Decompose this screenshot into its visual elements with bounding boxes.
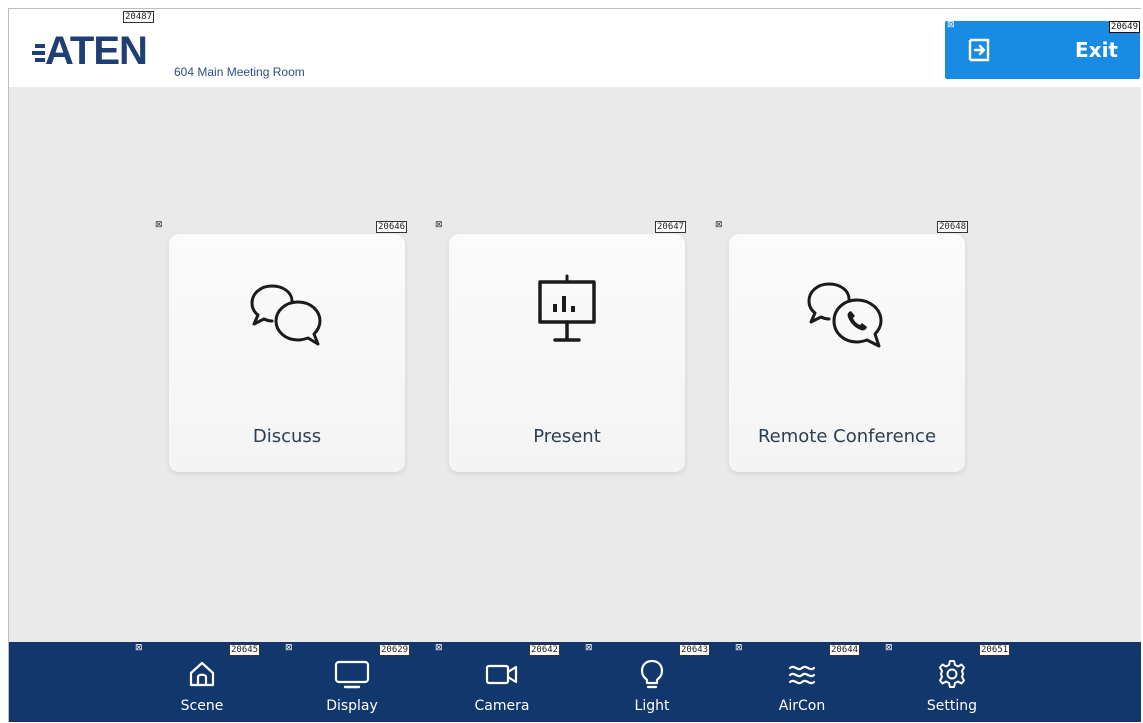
nav-label: Setting [926, 698, 978, 714]
card-marker: ⊠ [715, 220, 723, 230]
scene-card-discuss[interactable]: Discuss [169, 234, 405, 472]
logo-stripes-icon [32, 44, 45, 62]
nav-marker: ⊠ [585, 643, 593, 653]
light-bulb-icon [640, 659, 664, 689]
nav-marker: ⊠ [135, 643, 143, 653]
gear-icon [939, 660, 965, 688]
nav-item-display[interactable]: ⊠ 20629 Display [277, 642, 427, 722]
presentation-board-icon [538, 274, 596, 342]
nav-tag: 20629 [379, 644, 411, 656]
aten-logo: ATEN [31, 29, 148, 73]
nav-item-camera[interactable]: ⊠ 20642 Camera [427, 642, 577, 722]
scene-card-remote-conference[interactable]: Remote Conference [729, 234, 965, 472]
exit-label: Exit [1075, 38, 1118, 62]
bottom-nav: ⊠ 20645 Scene ⊠ 20629 Display ⊠ 20642 Ca… [9, 642, 1141, 722]
header-bar: ⊠ 20487 ATEN 604 Main Meeting Room ⊠ 206… [9, 9, 1141, 87]
exit-button[interactable]: ⊠ 20649 Exit [945, 21, 1140, 79]
nav-item-aircon[interactable]: ⊠ 20644 AirCon [727, 642, 877, 722]
corner-marker: ⊠ [9, 9, 11, 12]
card-label: Discuss [252, 426, 322, 447]
monitor-icon [334, 660, 370, 689]
nav-item-setting[interactable]: ⊠ 20651 Setting [877, 642, 1027, 722]
chat-phone-icon [807, 282, 883, 348]
air-waves-icon [788, 665, 816, 685]
card-marker: ⊠ [435, 220, 443, 230]
logo-text: ATEN [45, 29, 148, 73]
nav-tag: 20642 [529, 644, 561, 656]
nav-item-scene[interactable]: ⊠ 20645 Scene [127, 642, 277, 722]
room-name: 604 Main Meeting Room [174, 65, 305, 79]
nav-marker: ⊠ [285, 643, 293, 653]
nav-tag: 20644 [829, 644, 861, 656]
exit-tag: 20649 [1108, 21, 1140, 33]
nav-marker: ⊠ [735, 643, 743, 653]
exit-door-icon [968, 38, 990, 62]
home-icon [189, 661, 215, 687]
nav-label: Light [634, 698, 670, 714]
scene-card-present[interactable]: Present [449, 234, 685, 472]
nav-tag: 20651 [979, 644, 1011, 656]
logo-tag: 20487 [123, 11, 155, 23]
card-label: Remote Conference [757, 426, 937, 447]
nav-label: AirCon [778, 698, 826, 714]
nav-label: Display [326, 698, 378, 714]
app-frame: ⊠ 20487 ATEN 604 Main Meeting Room ⊠ 206… [8, 8, 1141, 722]
card-marker: ⊠ [155, 220, 163, 230]
nav-tag: 20645 [229, 644, 261, 656]
nav-marker: ⊠ [435, 643, 443, 653]
nav-item-light[interactable]: ⊠ 20643 Light [577, 642, 727, 722]
discuss-chat-bubbles-icon [250, 284, 322, 346]
nav-marker: ⊠ [885, 643, 893, 653]
card-tag: 20647 [655, 221, 687, 233]
nav-label: Scene [180, 698, 224, 714]
card-tag: 20646 [376, 221, 408, 233]
nav-label: Camera [474, 698, 530, 714]
card-tag: 20648 [937, 221, 969, 233]
exit-marker: ⊠ [947, 20, 955, 30]
card-label: Present [533, 426, 601, 447]
video-camera-icon [485, 664, 518, 685]
nav-tag: 20643 [679, 644, 711, 656]
